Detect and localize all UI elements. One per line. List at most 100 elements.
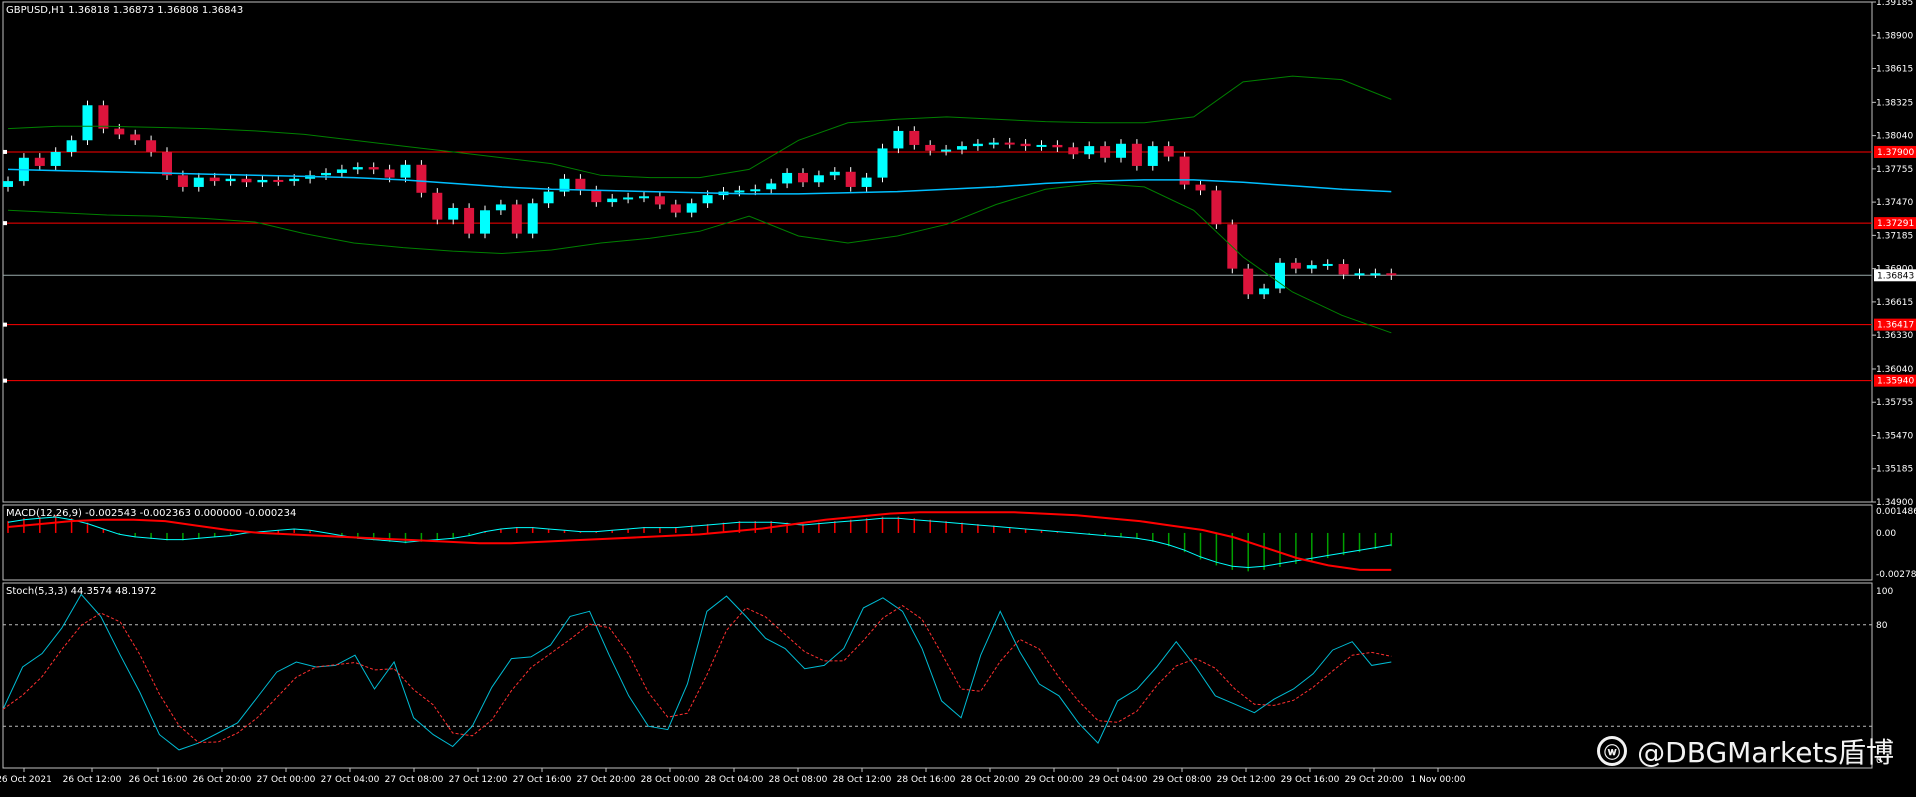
current-price-label: 1.36843 bbox=[1877, 271, 1914, 281]
candle-body bbox=[893, 130, 904, 149]
candle-body bbox=[336, 169, 347, 173]
candle-body bbox=[146, 140, 157, 152]
x-tick-label: 26 Oct 20:00 bbox=[193, 775, 252, 785]
x-tick-label: 1 Nov 00:00 bbox=[1411, 775, 1466, 785]
chart-canvas: 1.39185 1.38900 1.38615 1.38325 1.38040 1.377… bbox=[0, 0, 1916, 785]
candle-body bbox=[98, 105, 109, 129]
y-tick-label: 1.35755 bbox=[1876, 398, 1913, 408]
x-tick-label: 28 Oct 20:00 bbox=[961, 775, 1020, 785]
x-tick-label: 27 Oct 12:00 bbox=[449, 775, 508, 785]
x-tick-label: 27 Oct 16:00 bbox=[513, 775, 572, 785]
candle-body bbox=[1354, 273, 1365, 276]
candle-body bbox=[972, 143, 983, 147]
candle-body bbox=[861, 177, 872, 187]
candle-body bbox=[82, 105, 93, 141]
candle-body bbox=[1036, 144, 1047, 147]
y-tick-label: 1.38615 bbox=[1876, 65, 1913, 75]
macd-y-tick-label: 0.00 bbox=[1876, 529, 1896, 539]
candle-body bbox=[241, 178, 252, 183]
main-chart-header: GBPUSD,H1 1.36818 1.36873 1.36808 1.3684… bbox=[6, 5, 244, 16]
candle-body bbox=[1052, 144, 1063, 148]
macd-header: MACD(12,26,9) -0.002543 -0.002363 0.0000… bbox=[6, 508, 297, 519]
candle-body bbox=[639, 196, 649, 199]
x-tick-label: 28 Oct 04:00 bbox=[705, 775, 764, 785]
candle-body bbox=[1290, 262, 1301, 269]
candle-body bbox=[432, 192, 443, 220]
bollinger-lower-line bbox=[7, 182, 1392, 334]
y-tick-label: 1.37755 bbox=[1876, 165, 1913, 175]
x-tick-label: 29 Oct 16:00 bbox=[1281, 775, 1340, 785]
y-tick-label: 1.38325 bbox=[1876, 98, 1913, 108]
candle-body bbox=[798, 172, 808, 183]
candle-body bbox=[957, 146, 967, 150]
candle-body bbox=[384, 169, 395, 178]
y-tick-label: 1.36615 bbox=[1876, 298, 1913, 308]
y-tick-label: 1.37470 bbox=[1876, 198, 1913, 208]
candle-body bbox=[1068, 147, 1079, 155]
candle-body bbox=[257, 179, 268, 183]
y-tick-label: 1.36040 bbox=[1876, 365, 1913, 375]
candle-body bbox=[1131, 143, 1142, 166]
candle-body bbox=[686, 203, 697, 213]
candle-body bbox=[66, 140, 77, 152]
stoch-y-tick-label: 100 bbox=[1876, 587, 1893, 597]
candle-body bbox=[352, 167, 363, 170]
candle-body bbox=[177, 175, 188, 187]
candle-body bbox=[1163, 146, 1174, 157]
stoch-main-line bbox=[2, 593, 1392, 751]
candle-body bbox=[1275, 262, 1285, 289]
candle-body bbox=[575, 178, 586, 191]
x-tick-label: 29 Oct 20:00 bbox=[1345, 775, 1404, 785]
candle-body bbox=[321, 172, 331, 176]
candle-body bbox=[607, 198, 618, 203]
y-tick-label: 1.39185 bbox=[1876, 0, 1913, 8]
candle-body bbox=[829, 171, 840, 176]
candle-body bbox=[1084, 146, 1095, 155]
candle-body bbox=[782, 172, 793, 184]
x-tick-label: 27 Oct 20:00 bbox=[577, 775, 636, 785]
candle-body bbox=[3, 181, 13, 187]
candle-body bbox=[670, 204, 681, 213]
candle-body bbox=[448, 207, 459, 220]
x-tick-label: 27 Oct 00:00 bbox=[257, 775, 316, 785]
candle-body bbox=[464, 207, 475, 234]
candle-body bbox=[925, 144, 936, 151]
y-tick-label: 1.35470 bbox=[1876, 431, 1913, 441]
candle-body bbox=[1306, 265, 1317, 269]
candle-body bbox=[750, 189, 761, 192]
x-tick-label: 27 Oct 04:00 bbox=[321, 775, 380, 785]
candle-body bbox=[1338, 263, 1349, 275]
y-tick-label: 1.38040 bbox=[1876, 132, 1913, 142]
x-tick-label: 29 Oct 08:00 bbox=[1153, 775, 1212, 785]
watermark-text: @DBGMarkets盾博 bbox=[1637, 736, 1894, 769]
candle-body bbox=[941, 149, 952, 152]
macd-y-tick-label: 0.001486 bbox=[1876, 507, 1916, 517]
stoch-panel-frame bbox=[2, 582, 1873, 769]
candle-body bbox=[130, 134, 141, 141]
x-tick-label: 28 Oct 08:00 bbox=[769, 775, 828, 785]
candle-body bbox=[654, 196, 665, 205]
candle-body bbox=[289, 178, 300, 182]
candle-body bbox=[1195, 184, 1206, 191]
stoch-header: Stoch(5,3,3) 44.3574 48.1972 bbox=[6, 586, 157, 597]
candle-body bbox=[1259, 288, 1270, 295]
candle-body bbox=[813, 175, 824, 183]
candle-body bbox=[416, 164, 427, 193]
x-tick-label: 28 Oct 12:00 bbox=[833, 775, 892, 785]
y-tick-label: 1.35185 bbox=[1876, 465, 1913, 475]
candle-body bbox=[988, 142, 999, 145]
candle-body bbox=[1322, 263, 1333, 266]
price-level-label: 1.35940 bbox=[1877, 377, 1914, 387]
candle-body bbox=[1100, 146, 1111, 158]
price-level-label: 1.37900 bbox=[1877, 148, 1914, 158]
candle-body bbox=[480, 210, 490, 234]
x-tick-label: 27 Oct 08:00 bbox=[385, 775, 444, 785]
main-panel-frame bbox=[2, 1, 1873, 503]
candle-body bbox=[702, 195, 713, 204]
candle-body bbox=[400, 164, 411, 178]
candle-body bbox=[1004, 142, 1015, 145]
y-tick-label: 1.37185 bbox=[1876, 231, 1913, 241]
candle-body bbox=[543, 191, 554, 204]
candle-body bbox=[511, 204, 522, 234]
x-tick-label: 28 Oct 00:00 bbox=[641, 775, 700, 785]
